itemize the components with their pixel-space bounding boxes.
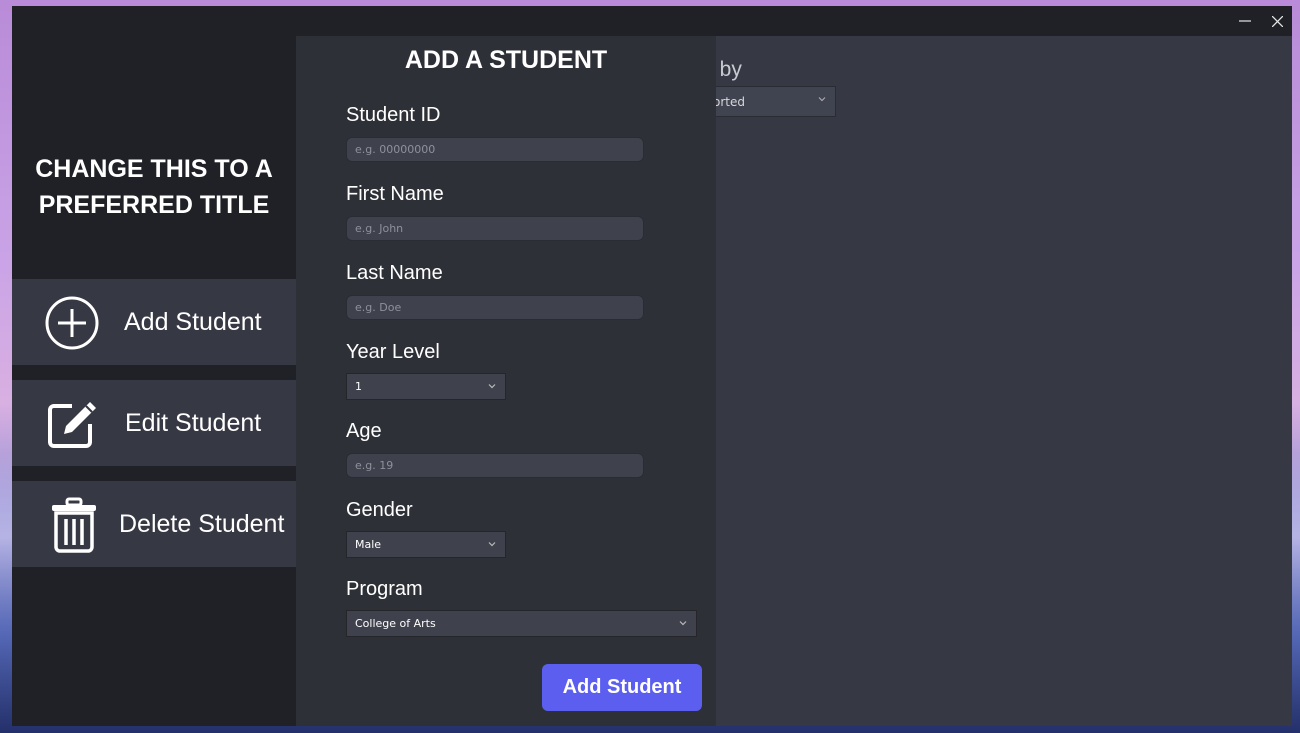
age-input[interactable] bbox=[346, 453, 644, 478]
chevron-down-icon bbox=[488, 384, 496, 389]
program-select[interactable]: College of Arts bbox=[346, 610, 697, 637]
last-name-label: Last Name bbox=[346, 262, 443, 284]
sidebar-item-add-student[interactable]: Add Student bbox=[12, 279, 296, 365]
last-name-input[interactable] bbox=[346, 295, 644, 320]
app-title-line2: PREFERRED TITLE bbox=[38, 191, 270, 219]
chevron-down-icon bbox=[818, 97, 826, 102]
edit-icon bbox=[48, 402, 96, 448]
form-title: ADD A STUDENT bbox=[404, 46, 608, 74]
sidebar: CHANGE THIS TO A PREFERRED TITLE Add Stu… bbox=[12, 36, 296, 726]
gender-label: Gender bbox=[346, 499, 413, 521]
minimize-button[interactable] bbox=[1230, 6, 1260, 36]
plus-circle-icon bbox=[45, 296, 99, 350]
first-name-input[interactable] bbox=[346, 216, 644, 241]
chevron-down-icon bbox=[679, 621, 687, 626]
sidebar-item-label: Delete Student bbox=[119, 509, 285, 538]
sidebar-item-label: Edit Student bbox=[125, 408, 262, 437]
year-level-value: 1 bbox=[355, 380, 362, 393]
gender-select[interactable]: Male bbox=[346, 531, 506, 558]
app-title-line1: CHANGE THIS TO A bbox=[35, 155, 273, 183]
app-title: CHANGE THIS TO A PREFERRED TITLE bbox=[12, 151, 296, 223]
app-window: CHANGE THIS TO A PREFERRED TITLE Add Stu… bbox=[12, 6, 1292, 726]
add-student-button[interactable]: Add Student bbox=[542, 664, 702, 711]
title-bar bbox=[12, 6, 1292, 36]
sidebar-item-label: Add Student bbox=[124, 307, 262, 336]
student-id-input[interactable] bbox=[346, 137, 644, 162]
add-student-panel: ADD A STUDENT Student ID First Name Last… bbox=[296, 36, 716, 726]
sort-by-value: orted bbox=[713, 95, 745, 109]
close-icon bbox=[1271, 15, 1283, 27]
close-button[interactable] bbox=[1262, 6, 1292, 36]
year-level-label: Year Level bbox=[346, 341, 440, 363]
sidebar-item-delete-student[interactable]: Delete Student bbox=[12, 481, 296, 567]
first-name-label: First Name bbox=[346, 183, 444, 205]
gender-value: Male bbox=[355, 538, 382, 551]
sidebar-item-edit-student[interactable]: Edit Student bbox=[12, 380, 296, 466]
trash-icon bbox=[52, 497, 96, 553]
minimize-icon bbox=[1239, 20, 1251, 22]
year-level-select[interactable]: 1 bbox=[346, 373, 506, 400]
chevron-down-icon bbox=[488, 542, 496, 547]
age-label: Age bbox=[346, 420, 382, 442]
student-id-label: Student ID bbox=[346, 104, 441, 126]
program-value: College of Arts bbox=[355, 617, 436, 630]
program-label: Program bbox=[346, 578, 423, 600]
